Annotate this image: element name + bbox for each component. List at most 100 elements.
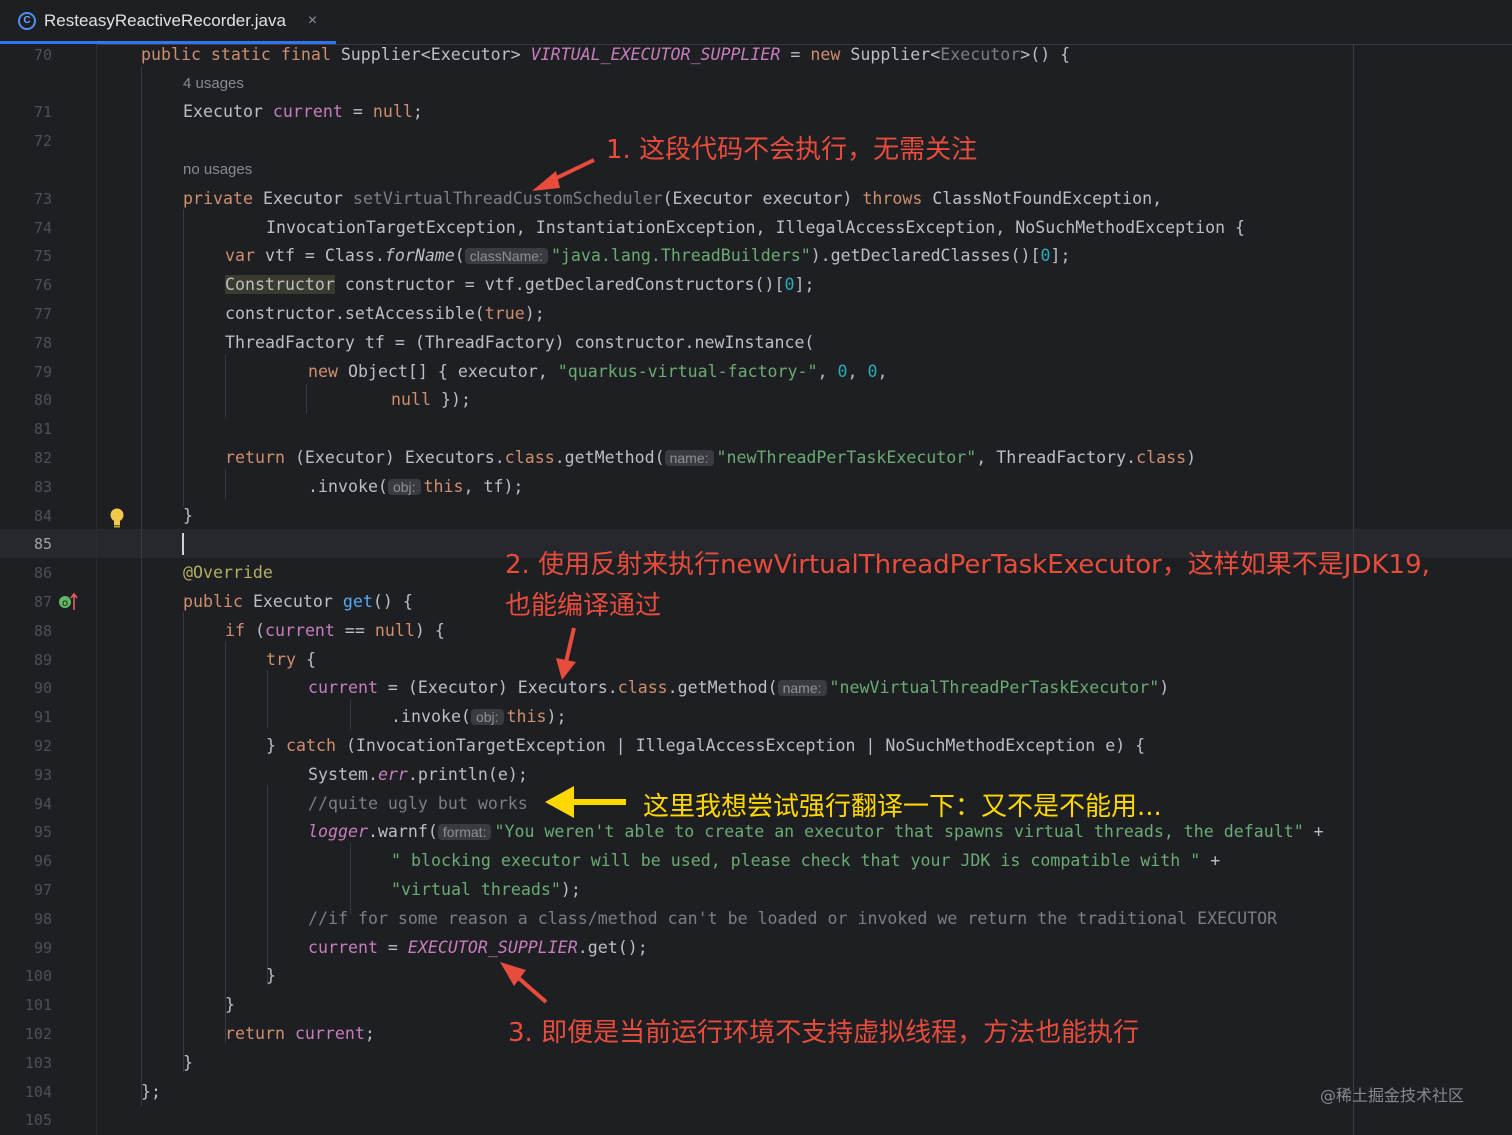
line-number: 70: [33, 46, 52, 64]
code-line-91: .invoke(obj: this);: [391, 707, 567, 726]
indent-guide: [225, 469, 226, 499]
line-number: 102: [24, 1025, 52, 1043]
line-number: 75: [33, 247, 52, 265]
code-line-86: @Override: [183, 563, 273, 582]
watermark: @稀土掘金技术社区: [1320, 1086, 1465, 1105]
code-line-100: }: [266, 966, 276, 985]
annotation-translation: 这里我想尝试强行翻译一下：又不是不能用...: [643, 792, 1162, 822]
line-number: 80: [33, 391, 52, 409]
text-caret: [182, 533, 184, 555]
java-class-icon: C: [18, 11, 36, 30]
lightbulb-icon[interactable]: [108, 507, 126, 529]
line-number: 77: [33, 305, 52, 323]
param-hint: obj:: [387, 479, 421, 495]
param-hint: name:: [777, 680, 827, 696]
editor-tab-bar: C ResteasyReactiveRecorder.java ×: [0, 0, 1512, 45]
code-line-96: " blocking executor will be used, please…: [391, 851, 1221, 870]
code-line-92: } catch (InvocationTargetException | Ill…: [266, 736, 1146, 755]
indent-guide: [141, 66, 142, 1106]
code-line-101: }: [225, 995, 235, 1014]
line-number: 86: [33, 564, 52, 582]
line-number: 92: [33, 737, 52, 755]
line-number: 88: [33, 622, 52, 640]
line-number: 72: [33, 132, 52, 150]
close-tab-icon[interactable]: ×: [308, 12, 317, 30]
line-number: 98: [33, 910, 52, 928]
line-number: 84: [33, 507, 52, 525]
code-line-79: new Object[] { executor, "quarkus-virtua…: [308, 362, 888, 381]
line-number: 91: [33, 708, 52, 726]
line-number: 103: [24, 1054, 52, 1072]
code-line-102: return current;: [225, 1024, 375, 1043]
code-line-93: System.err.println(e);: [308, 765, 528, 784]
code-line-98: //if for some reason a class/method can'…: [308, 909, 1278, 928]
param-hint: className:: [464, 248, 548, 264]
indent-guide: [183, 209, 184, 507]
code-line-75: var vtf = Class.forName(className: "java.…: [225, 246, 1071, 265]
line-number: 95: [33, 823, 52, 841]
code-line-87: public Executor get() {: [183, 592, 413, 611]
param-hint: format:: [437, 824, 492, 840]
line-number: 76: [33, 276, 52, 294]
line-number: 89: [33, 651, 52, 669]
line-number: 100: [24, 967, 52, 985]
code-line-76: Constructor constructor = vtf.getDeclare…: [225, 275, 815, 294]
tab-file-name: ResteasyReactiveRecorder.java: [44, 10, 286, 30]
code-line-94: //quite ugly but works: [308, 794, 528, 813]
tab-resteasy-reactive-recorder[interactable]: C ResteasyReactiveRecorder.java ×: [0, 0, 336, 44]
indent-guide: [267, 670, 268, 728]
code-line-84: }: [183, 506, 193, 525]
line-number: 78: [33, 334, 52, 352]
indent-guide: [306, 384, 307, 414]
annotation-3: 3. 即便是当前运行环境不支持虚拟线程，方法也能执行: [508, 1018, 1140, 1048]
code-line-89: try {: [266, 650, 316, 669]
line-number: 71: [33, 103, 52, 121]
code-line-71: Executor current = null;: [183, 102, 423, 121]
indent-guide: [350, 699, 351, 729]
line-number: 97: [33, 881, 52, 899]
param-hint: name:: [664, 450, 714, 466]
line-number: 93: [33, 766, 52, 784]
usages-hint[interactable]: 4 usages: [183, 75, 244, 92]
indent-guide: [225, 641, 226, 1043]
code-line-80: null });: [391, 390, 471, 409]
code-line-83: .invoke(obj: this, tf);: [308, 477, 524, 496]
line-number: 90: [33, 679, 52, 697]
line-number: 83: [33, 478, 52, 496]
code-line-97: "virtual threads");: [391, 880, 581, 899]
line-number: 94: [33, 795, 52, 813]
code-line-77: constructor.setAccessible(true);: [225, 304, 545, 323]
indent-guide: [183, 612, 184, 1072]
right-margin-guide: [1353, 44, 1354, 1135]
line-number: 73: [33, 190, 52, 208]
line-number: 101: [24, 996, 52, 1014]
code-line-78: ThreadFactory tf = (ThreadFactory) const…: [225, 333, 815, 352]
code-line-99: current = EXECUTOR_SUPPLIER.get();: [308, 938, 648, 957]
code-line-82: return (Executor) Executors.class.getMet…: [225, 448, 1197, 467]
code-line-88: if (current == null) {: [225, 621, 445, 640]
line-number: 79: [33, 363, 52, 381]
line-number: 82: [33, 449, 52, 467]
gutter-separator: [96, 44, 97, 1135]
indent-guide: [350, 842, 351, 914]
usages-hint: no usages: [183, 161, 253, 178]
line-number: 74: [33, 219, 52, 237]
line-number: 81: [33, 420, 52, 438]
code-line-70: public static final Supplier<Executor> V…: [141, 45, 1071, 64]
param-hint: obj:: [470, 709, 504, 725]
line-number: 99: [33, 939, 52, 957]
code-editor[interactable]: 70 71 72 73 74 75 76 77 78 79 80 81 82 8…: [0, 44, 1512, 1135]
line-number: 96: [33, 852, 52, 870]
indent-guide: [267, 785, 268, 985]
line-number: 104: [24, 1083, 52, 1101]
code-line-103: }: [183, 1053, 193, 1072]
code-line-73: private Executor setVirtualThreadCustomS…: [183, 189, 1163, 208]
annotation-1: 1. 这段代码不会执行，无需关注: [606, 135, 978, 165]
code-line-74: InvocationTargetException, Instantiation…: [266, 218, 1246, 237]
line-number-current: 85: [33, 535, 52, 553]
annotation-2: 2. 使用反射来执行newVirtualThreadPerTaskExecuto…: [505, 550, 1430, 580]
indent-guide: [225, 354, 226, 417]
code-line-104: };: [141, 1082, 161, 1101]
override-method-icon[interactable]: o: [58, 592, 80, 612]
annotation-2-continued: 也能编译通过: [505, 591, 662, 621]
